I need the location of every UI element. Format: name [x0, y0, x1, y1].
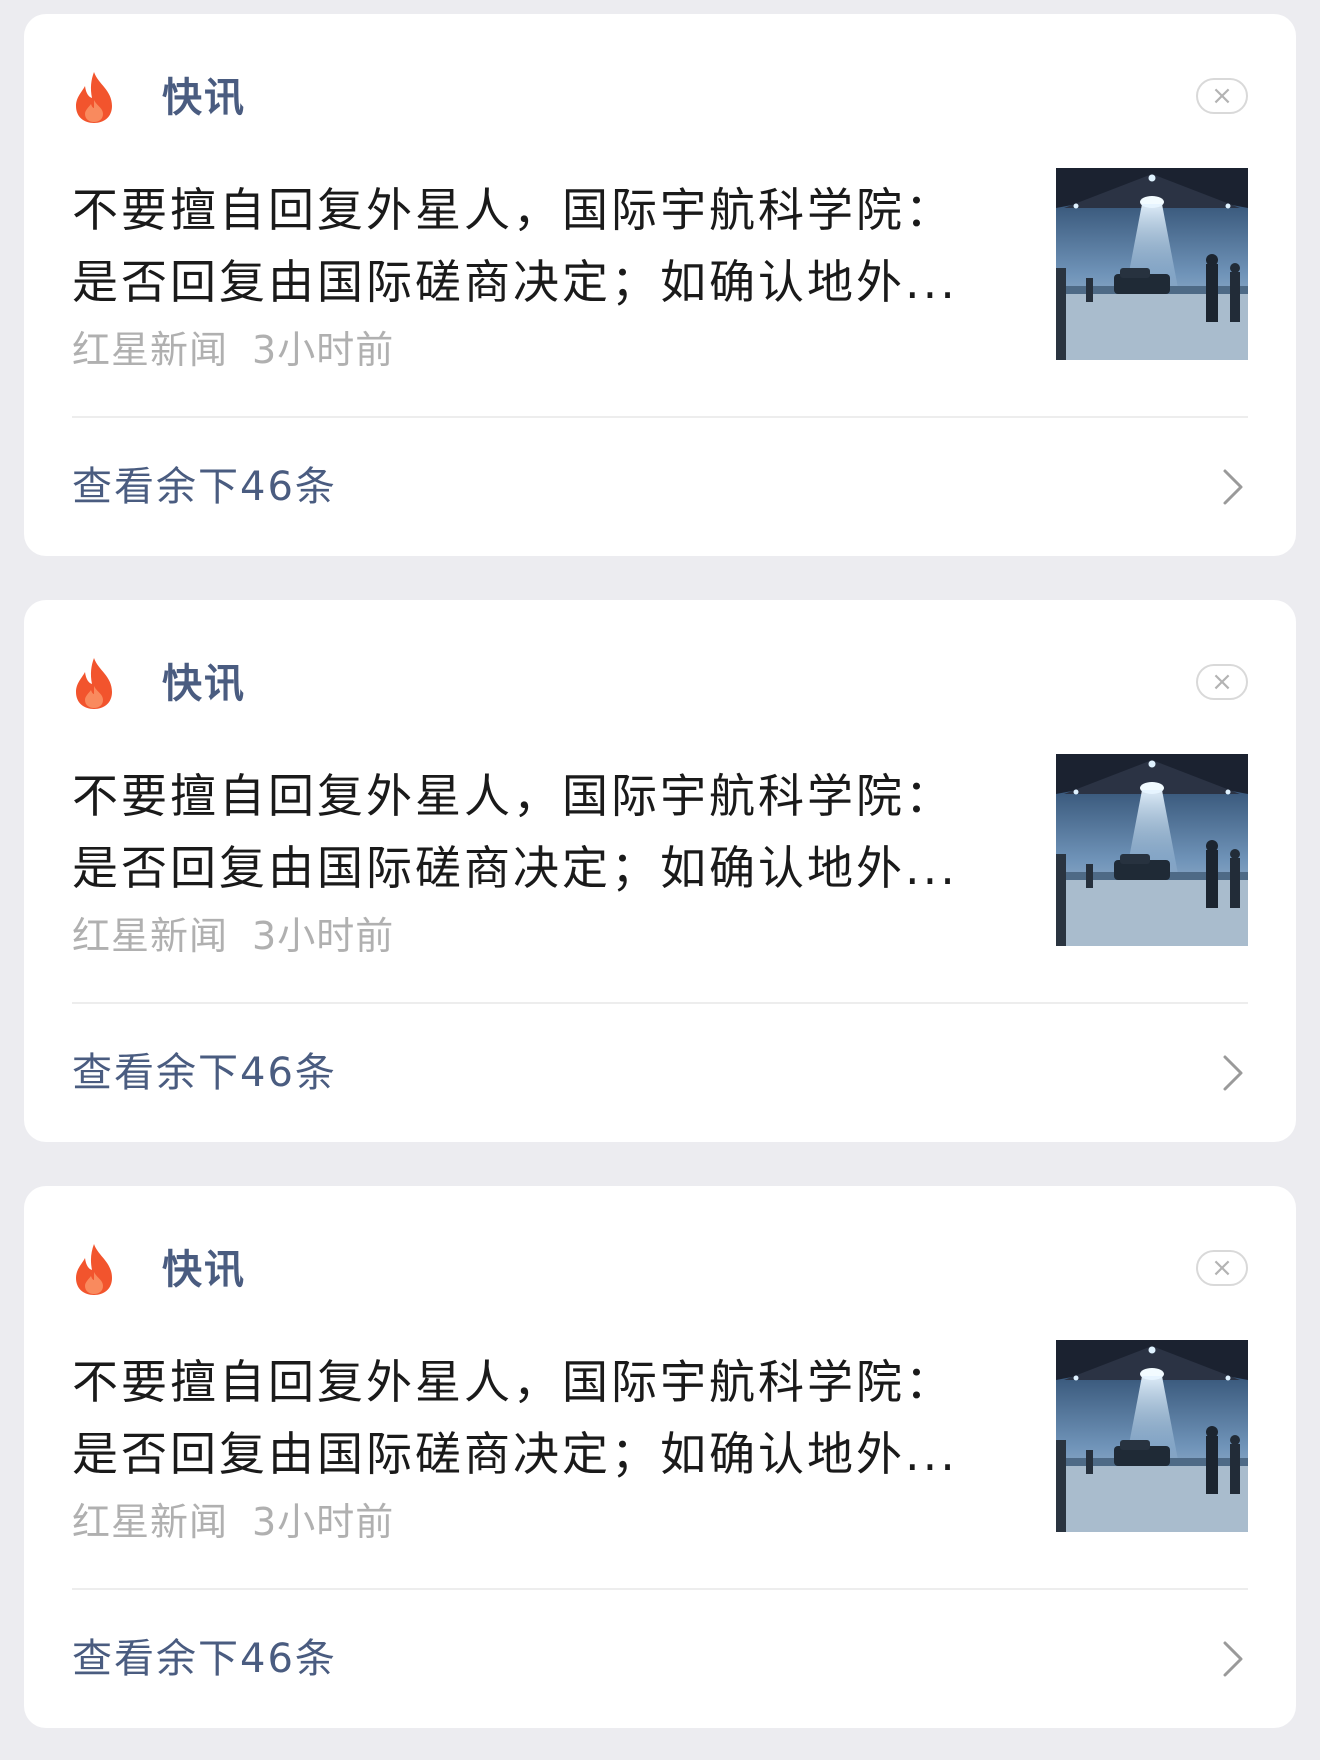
chevron-right-icon: [1223, 469, 1243, 505]
close-button[interactable]: ×: [1196, 78, 1248, 114]
ufo-scene-image: [1056, 1340, 1248, 1532]
view-more-row[interactable]: 查看余下46条: [72, 1004, 1248, 1142]
card-header: 快讯 ×: [24, 640, 1296, 730]
view-more-label: 查看余下46条: [72, 1636, 337, 1682]
news-time: 3小时前: [252, 914, 395, 958]
news-meta: 红星新闻 3小时前: [72, 326, 394, 374]
fire-icon: [76, 1244, 112, 1295]
chevron-right-icon: [1223, 1641, 1243, 1677]
ufo-scene-image: [1056, 754, 1248, 946]
section-title: 快讯: [162, 1247, 246, 1293]
news-source: 红星新闻: [72, 328, 229, 372]
news-card: 快讯 × 不要擅自回复外星人，国际宇航科学院：是否回复由国际磋商决定；如确认地外…: [24, 600, 1296, 1142]
view-more-row[interactable]: 查看余下46条: [72, 1590, 1248, 1728]
news-headline[interactable]: 不要擅自回复外星人，国际宇航科学院：是否回复由国际磋商决定；如确认地外...: [72, 760, 992, 904]
news-time: 3小时前: [252, 1500, 395, 1544]
view-more-row[interactable]: 查看余下46条: [72, 418, 1248, 556]
news-thumbnail[interactable]: [1056, 168, 1248, 360]
news-card: 快讯 × 不要擅自回复外星人，国际宇航科学院：是否回复由国际磋商决定；如确认地外…: [24, 14, 1296, 556]
news-time: 3小时前: [252, 328, 395, 372]
chevron-right-icon: [1223, 1055, 1243, 1091]
card-header: 快讯 ×: [24, 1226, 1296, 1316]
news-source: 红星新闻: [72, 1500, 229, 1544]
news-thumbnail[interactable]: [1056, 1340, 1248, 1532]
close-icon: ×: [1211, 81, 1233, 111]
ufo-scene-image: [1056, 168, 1248, 360]
news-headline[interactable]: 不要擅自回复外星人，国际宇航科学院：是否回复由国际磋商决定；如确认地外...: [72, 1346, 992, 1490]
news-source: 红星新闻: [72, 914, 229, 958]
view-more-label: 查看余下46条: [72, 1050, 337, 1096]
news-meta: 红星新闻 3小时前: [72, 912, 394, 960]
news-headline[interactable]: 不要擅自回复外星人，国际宇航科学院：是否回复由国际磋商决定；如确认地外...: [72, 174, 992, 318]
close-button[interactable]: ×: [1196, 1250, 1248, 1286]
close-icon: ×: [1211, 667, 1233, 697]
section-title: 快讯: [162, 661, 246, 707]
close-button[interactable]: ×: [1196, 664, 1248, 700]
close-icon: ×: [1211, 1253, 1233, 1283]
section-title: 快讯: [162, 75, 246, 121]
news-card: 快讯 × 不要擅自回复外星人，国际宇航科学院：是否回复由国际磋商决定；如确认地外…: [24, 1186, 1296, 1728]
fire-icon: [76, 658, 112, 709]
news-thumbnail[interactable]: [1056, 754, 1248, 946]
card-header: 快讯 ×: [24, 54, 1296, 144]
fire-icon: [76, 72, 112, 123]
view-more-label: 查看余下46条: [72, 464, 337, 510]
news-meta: 红星新闻 3小时前: [72, 1498, 394, 1546]
